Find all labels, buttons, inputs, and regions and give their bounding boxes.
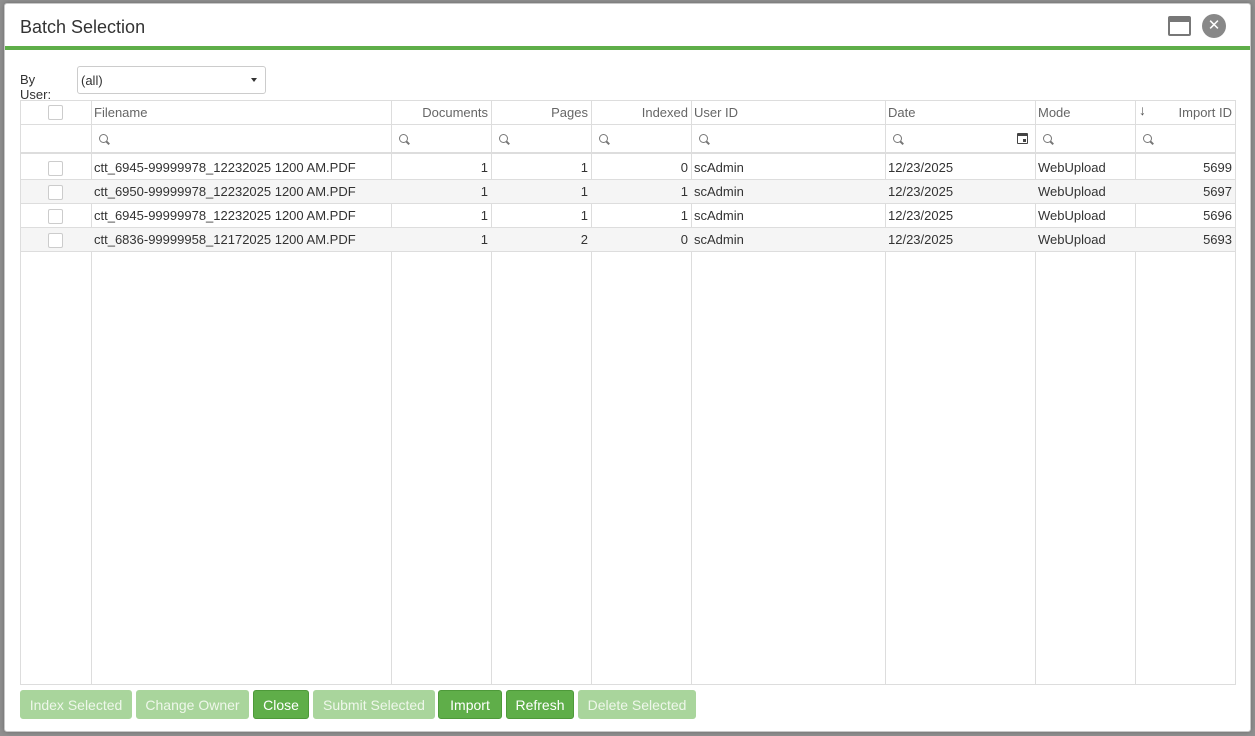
cell-pages: 1 (580, 208, 588, 223)
search-icon (399, 134, 408, 143)
header-import-id[interactable]: ↓ Import ID (1135, 101, 1235, 124)
cell-filename: ctt_6950-99999978_12232025 1200 AM.PDF (94, 184, 356, 199)
sort-down-icon: ↓ (1139, 102, 1146, 118)
cell-import-id: 5696 (1203, 208, 1232, 223)
cell-date: 12/23/2025 (888, 184, 954, 199)
cell-user-id: scAdmin (694, 232, 744, 247)
table-row[interactable]: ctt_6945-99999978_12232025 1200 AM.PDF 1… (21, 156, 1235, 180)
submit-selected-button[interactable]: Submit Selected (313, 690, 435, 719)
cell-pages: 1 (580, 160, 588, 175)
cell-documents: 1 (480, 208, 488, 223)
cell-filename: ctt_6945-99999978_12232025 1200 AM.PDF (94, 160, 356, 175)
header-user-id[interactable]: User ID (691, 101, 885, 124)
user-select[interactable]: (all) (77, 66, 266, 94)
cell-user-id: scAdmin (694, 208, 744, 223)
row-checkbox[interactable] (48, 185, 63, 200)
close-button[interactable]: Close (253, 690, 309, 719)
cell-mode: WebUpload (1038, 160, 1106, 175)
batch-grid: Filename Documents Pages Indexed User ID… (20, 100, 1236, 685)
cell-date: 12/23/2025 (888, 160, 954, 175)
cell-indexed: 0 (680, 232, 688, 247)
cell-mode: WebUpload (1038, 184, 1106, 199)
grid-header: Filename Documents Pages Indexed User ID… (21, 101, 1235, 125)
close-icon[interactable]: ✕ (1202, 14, 1226, 38)
header-select-all-cell (21, 101, 91, 124)
cell-indexed: 0 (680, 160, 688, 175)
row-checkbox[interactable] (48, 161, 63, 176)
import-button[interactable]: Import (438, 690, 502, 719)
search-icon (893, 134, 902, 143)
cell-user-id: scAdmin (694, 184, 744, 199)
cell-import-id: 5699 (1203, 160, 1232, 175)
search-icon (699, 134, 708, 143)
header-mode[interactable]: Mode (1035, 101, 1135, 124)
select-all-checkbox[interactable] (48, 105, 63, 120)
cell-documents: 1 (480, 184, 488, 199)
search-icon (599, 134, 608, 143)
search-icon (1143, 134, 1152, 143)
cell-documents: 1 (480, 232, 488, 247)
dialog-titlebar: Batch Selection ✕ (5, 4, 1250, 50)
header-filename[interactable]: Filename (91, 101, 391, 124)
cell-user-id: scAdmin (694, 160, 744, 175)
cell-import-id: 5693 (1203, 232, 1232, 247)
row-checkbox[interactable] (48, 233, 63, 248)
cell-date: 12/23/2025 (888, 232, 954, 247)
search-icon (1043, 134, 1052, 143)
search-icon (99, 134, 108, 143)
header-pages[interactable]: Pages (491, 101, 591, 124)
batch-selection-dialog: Batch Selection ✕ By User: (all) Filenam… (4, 3, 1251, 732)
cell-pages: 2 (580, 232, 588, 247)
header-date[interactable]: Date (885, 101, 1035, 124)
grid-filter-row (21, 125, 1235, 154)
table-row[interactable]: ctt_6836-99999958_12172025 1200 AM.PDF 1… (21, 228, 1235, 252)
cell-pages: 1 (580, 184, 588, 199)
dialog-title: Batch Selection (20, 17, 146, 37)
index-selected-button[interactable]: Index Selected (20, 690, 132, 719)
chevron-down-icon (251, 78, 257, 82)
row-checkbox[interactable] (48, 209, 63, 224)
cell-indexed: 1 (680, 208, 688, 223)
cell-filename: ctt_6945-99999978_12232025 1200 AM.PDF (94, 208, 356, 223)
cell-documents: 1 (480, 160, 488, 175)
table-row[interactable]: ctt_6945-99999978_12232025 1200 AM.PDF 1… (21, 204, 1235, 228)
by-user-label: By User: (20, 72, 52, 102)
search-icon (499, 134, 508, 143)
cell-mode: WebUpload (1038, 208, 1106, 223)
refresh-button[interactable]: Refresh (506, 690, 574, 719)
header-indexed[interactable]: Indexed (591, 101, 691, 124)
cell-import-id: 5697 (1203, 184, 1232, 199)
cell-indexed: 1 (680, 184, 688, 199)
cell-mode: WebUpload (1038, 232, 1106, 247)
header-documents[interactable]: Documents (391, 101, 491, 124)
change-owner-button[interactable]: Change Owner (136, 690, 249, 719)
cell-date: 12/23/2025 (888, 208, 954, 223)
delete-selected-button[interactable]: Delete Selected (578, 690, 696, 719)
table-row[interactable]: ctt_6950-99999978_12232025 1200 AM.PDF 1… (21, 180, 1235, 204)
calendar-icon[interactable] (1017, 133, 1028, 144)
user-select-value: (all) (81, 73, 103, 88)
maximize-icon[interactable] (1168, 16, 1191, 36)
header-import-id-label: Import ID (1178, 105, 1232, 120)
cell-filename: ctt_6836-99999958_12172025 1200 AM.PDF (94, 232, 356, 247)
